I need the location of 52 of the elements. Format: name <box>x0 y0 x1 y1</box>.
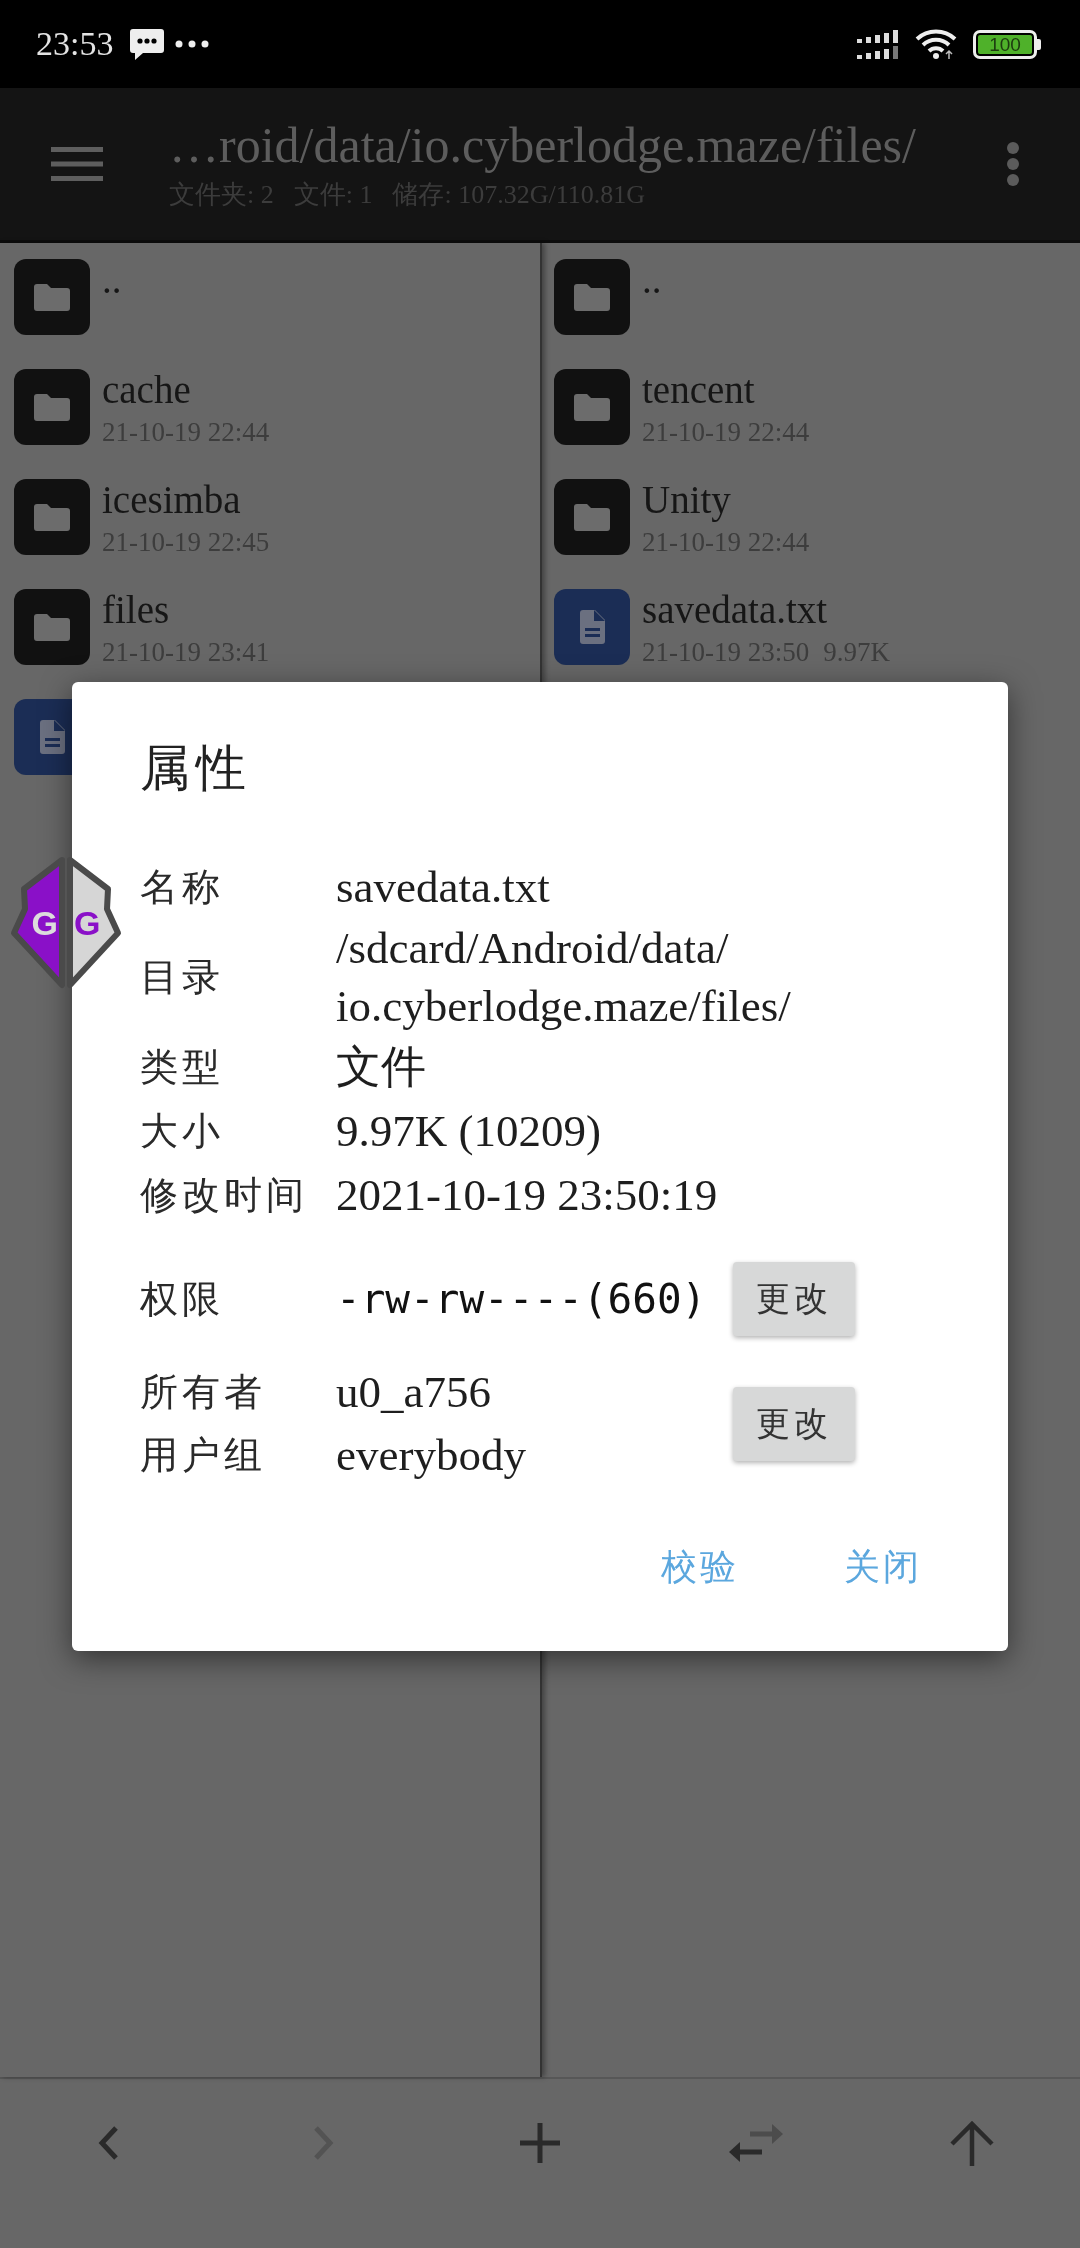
field-value: 2021-10-19 23:50:19 <box>336 1169 718 1222</box>
file-name: .. <box>102 259 122 301</box>
document-icon <box>554 589 630 665</box>
folder-icon <box>14 479 90 555</box>
field-value: 9.97K (10209) <box>336 1105 601 1158</box>
plus-icon[interactable] <box>520 2123 560 2163</box>
verify-button[interactable]: 校验 <box>643 1537 757 1597</box>
swap-arrows-icon[interactable] <box>728 2122 784 2164</box>
more-options-icon[interactable] <box>1007 142 1019 186</box>
folder-icon <box>554 479 630 555</box>
field-value: savedata.txt <box>336 861 550 914</box>
field-label: 所有者 <box>140 1370 267 1415</box>
chat-bubble-icon <box>130 28 165 60</box>
permission-value: -rw-rw----(660) <box>336 1274 708 1324</box>
file-name: savedata.txt <box>642 589 829 631</box>
chevron-left-icon[interactable] <box>96 2125 120 2161</box>
change-button[interactable]: 更改 <box>733 1262 855 1336</box>
field-label: 用户组 <box>140 1433 267 1478</box>
field-label: 大小 <box>140 1109 225 1154</box>
more-notifications-icon <box>175 40 210 48</box>
field-label: 类型 <box>140 1045 225 1090</box>
menu-icon[interactable] <box>51 147 103 181</box>
file-name: files <box>102 589 171 631</box>
change-button[interactable]: 更改 <box>733 1387 855 1461</box>
field-value: io.cyberlodge.maze/files/ <box>336 980 791 1033</box>
dialog-title: 属性 <box>140 739 253 798</box>
file-name: .. <box>642 259 662 301</box>
file-name: cache <box>102 369 192 411</box>
folder-icon <box>14 259 90 335</box>
field-label: 目录 <box>140 955 225 1000</box>
field-value: u0_a756 <box>336 1366 491 1419</box>
field-value: 文件 <box>336 1041 426 1094</box>
file-name: icesimba <box>102 479 242 521</box>
battery-indicator: 100 <box>973 29 1041 59</box>
field-label: 名称 <box>140 865 225 910</box>
folder-icon <box>14 369 90 445</box>
folder-icon <box>554 259 630 335</box>
file-name: Unity <box>642 479 732 521</box>
folder-icon <box>14 589 90 665</box>
field-value: everybody <box>336 1429 526 1482</box>
folder-icon <box>554 369 630 445</box>
path-title: …roid/data/io.cyberlodge.maze/files/ <box>169 117 916 173</box>
floating-app-button[interactable]: G G <box>10 855 122 990</box>
arrow-up-icon[interactable] <box>949 2120 995 2166</box>
close-button[interactable]: 关闭 <box>826 1537 940 1597</box>
wifi-icon <box>915 29 957 59</box>
file-name: tencent <box>642 369 756 411</box>
field-value: /sdcard/Android/data/ <box>336 922 730 975</box>
field-label: 修改时间 <box>140 1173 309 1218</box>
field-label: 权限 <box>140 1277 225 1322</box>
signal-icon <box>857 29 899 59</box>
clock: 23:53 <box>36 24 114 64</box>
